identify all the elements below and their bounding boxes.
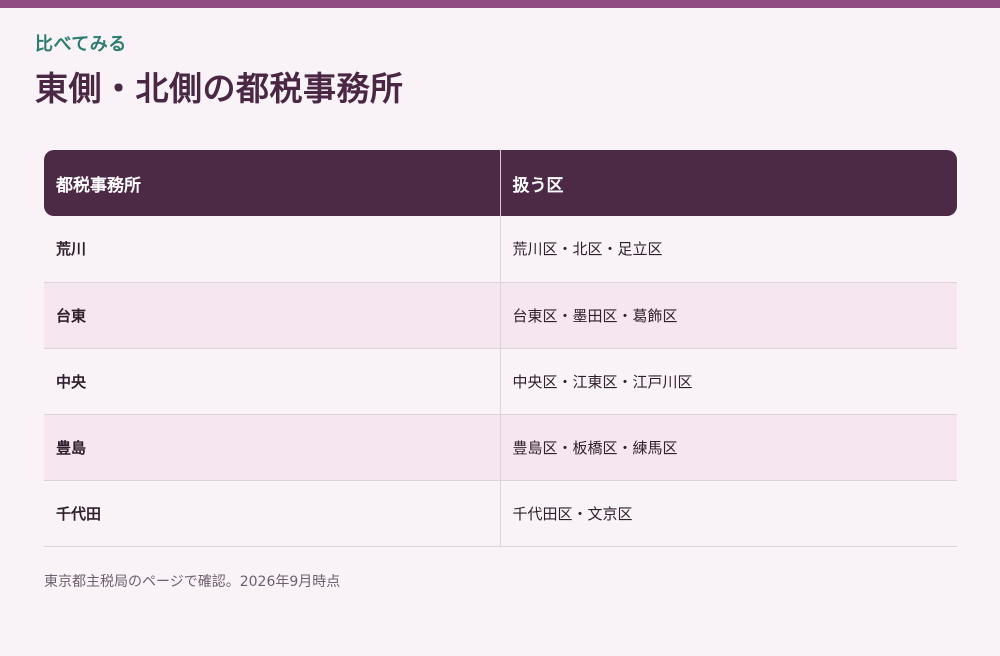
table-header-row: 都税事務所 扱う区 [44, 150, 957, 216]
wards-cell: 豊島区・板橋区・練馬区 [500, 414, 957, 481]
wards-cell: 中央区・江東区・江戸川区 [500, 348, 957, 415]
office-cell: 荒川 [44, 216, 501, 283]
top-accent-bar [0, 0, 1000, 8]
section-eyebrow: 比べてみる [35, 34, 127, 55]
office-cell: 台東 [44, 282, 501, 349]
column-header-office: 都税事務所 [44, 150, 501, 216]
table-row: 豊島 豊島区・板橋区・練馬区 [44, 414, 957, 481]
table-row: 中央 中央区・江東区・江戸川区 [44, 348, 957, 415]
table-row: 台東 台東区・墨田区・葛飾区 [44, 282, 957, 349]
column-header-wards: 扱う区 [500, 150, 957, 216]
office-cell: 豊島 [44, 414, 501, 481]
comparison-table-wrapper: 都税事務所 扱う区 荒川 荒川区・北区・足立区 台東 台東区・墨田区・葛飾区 中… [44, 150, 957, 547]
page-title: 東側・北側の都税事務所 [35, 69, 404, 108]
wards-cell: 台東区・墨田区・葛飾区 [500, 282, 957, 349]
tax-office-table: 都税事務所 扱う区 荒川 荒川区・北区・足立区 台東 台東区・墨田区・葛飾区 中… [44, 150, 957, 547]
office-cell: 中央 [44, 348, 501, 415]
wards-cell: 千代田区・文京区 [500, 480, 957, 547]
office-cell: 千代田 [44, 480, 501, 547]
table-row: 千代田 千代田区・文京区 [44, 480, 957, 547]
table-row: 荒川 荒川区・北区・足立区 [44, 216, 957, 283]
wards-cell: 荒川区・北区・足立区 [500, 216, 957, 283]
source-footnote: 東京都主税局のページで確認。2026年9月時点 [44, 574, 341, 590]
